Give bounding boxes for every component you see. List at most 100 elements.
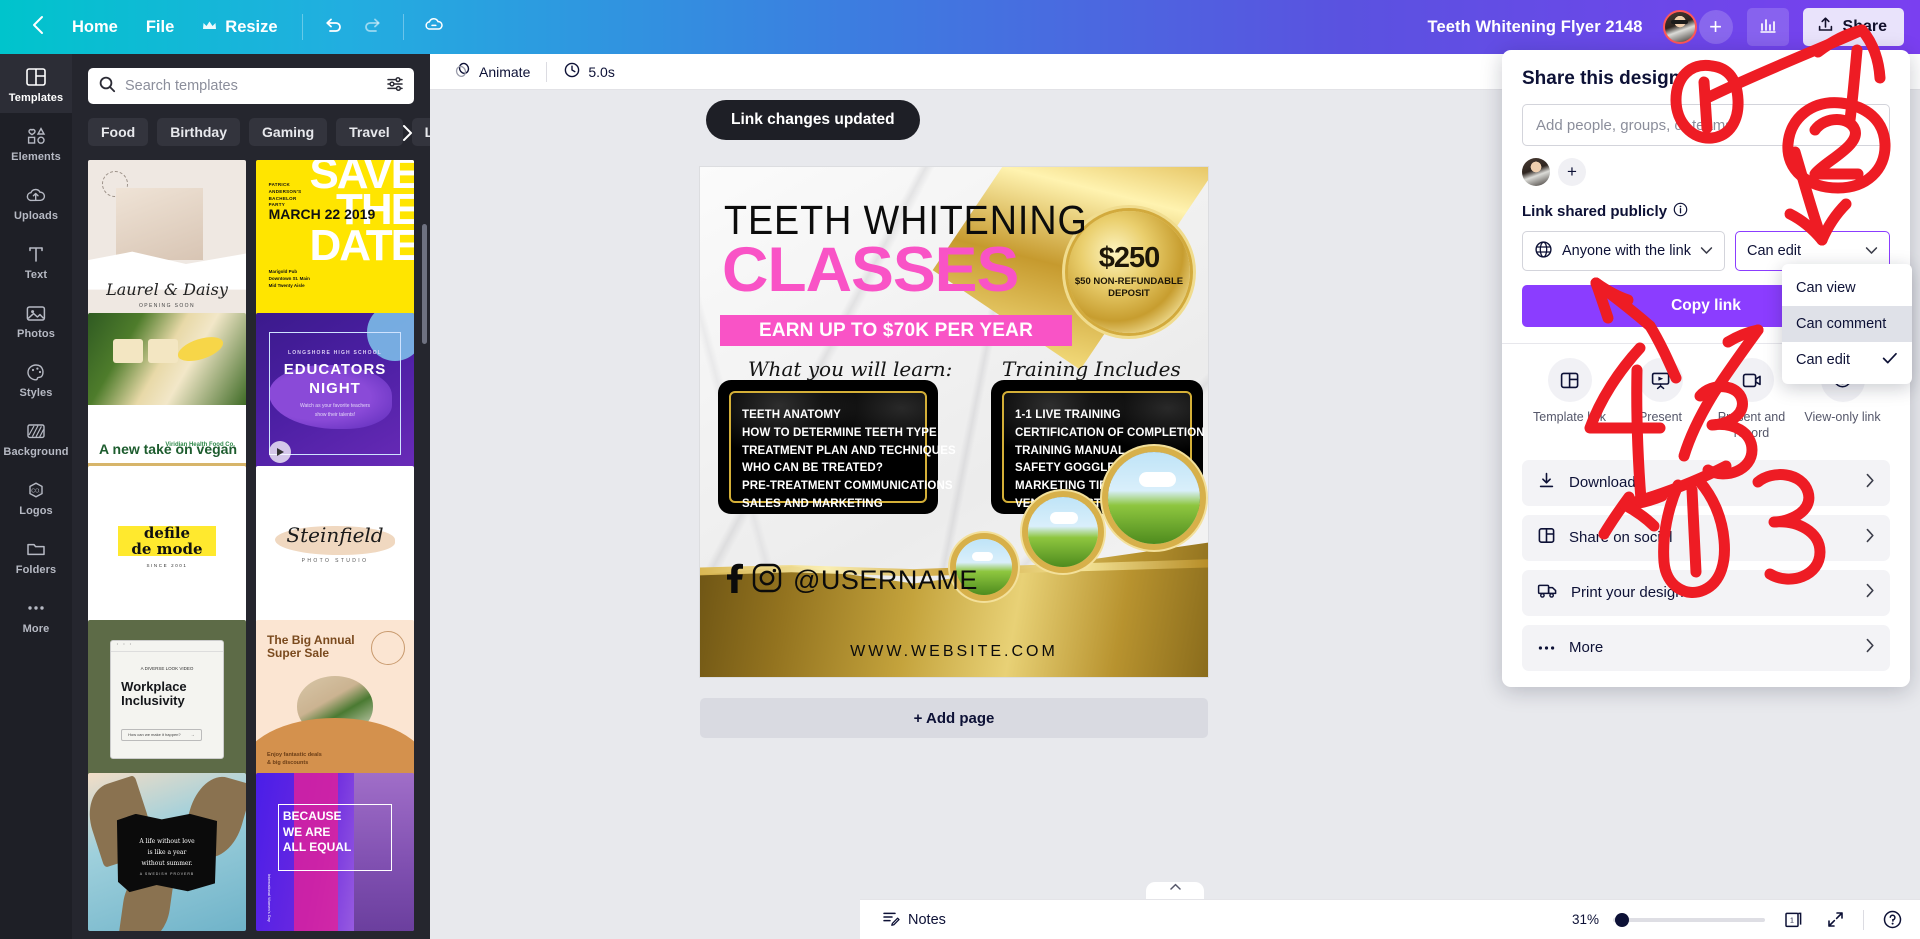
chip-food[interactable]: Food bbox=[88, 118, 149, 146]
template-card[interactable]: Steinfield PHOTO STUDIO bbox=[256, 466, 414, 625]
template-title: Workplace Inclusivity bbox=[121, 678, 187, 709]
sidebar-item-background[interactable]: Background bbox=[0, 408, 72, 467]
soap-photo bbox=[116, 188, 204, 260]
present-action[interactable]: Present bbox=[1615, 358, 1706, 442]
sidebar-item-styles[interactable]: Styles bbox=[0, 349, 72, 408]
notes-button[interactable]: Notes bbox=[874, 904, 954, 936]
flyer-left-item: TEETH ANATOMY bbox=[742, 409, 841, 421]
seal-price: $250 bbox=[1098, 242, 1161, 275]
clock-icon bbox=[563, 61, 581, 82]
sidebar-item-uploads[interactable]: Uploads bbox=[0, 172, 72, 231]
glass-decor bbox=[148, 338, 179, 363]
panel-scrollbar[interactable] bbox=[422, 224, 427, 344]
animate-button[interactable]: Animate bbox=[444, 57, 540, 87]
share-social-icon bbox=[1537, 526, 1556, 549]
redo-button[interactable] bbox=[353, 8, 393, 46]
share-button[interactable]: Share bbox=[1802, 8, 1904, 46]
chip-travel[interactable]: Travel bbox=[336, 118, 403, 146]
play-icon[interactable] bbox=[268, 441, 291, 464]
template-card[interactable]: Laurel & Daisy OPENING SOON bbox=[88, 160, 246, 318]
resize-label: Resize bbox=[225, 17, 278, 36]
top-bar: Home File Resize Teeth Whitening Flyer 2… bbox=[0, 0, 1920, 54]
download-row[interactable]: Download bbox=[1522, 459, 1890, 506]
permission-option-can-comment[interactable]: Can comment bbox=[1782, 306, 1912, 342]
sidebar-item-more[interactable]: More bbox=[0, 585, 72, 644]
sidebar-item-elements[interactable]: Elements bbox=[0, 113, 72, 172]
resize-button[interactable]: Resize bbox=[188, 8, 291, 46]
undo-button[interactable] bbox=[313, 8, 353, 46]
duration-button[interactable]: 5.0s bbox=[553, 57, 624, 87]
flyer-subheading: CLASSES bbox=[722, 235, 1019, 305]
fullscreen-icon[interactable] bbox=[1821, 906, 1849, 934]
add-collaborator-button[interactable]: + bbox=[1558, 158, 1586, 186]
logos-icon: CO. bbox=[2, 478, 70, 502]
template-card[interactable]: A new take on vegan Viridian Health Food… bbox=[88, 313, 246, 472]
zoom-slider-knob[interactable] bbox=[1615, 912, 1629, 927]
chip-gaming[interactable]: Gaming bbox=[249, 118, 328, 146]
template-title: The Big Annual Super Sale bbox=[267, 632, 355, 661]
document-title[interactable]: Teeth Whitening Flyer 2148 bbox=[1428, 18, 1643, 37]
add-people-input[interactable] bbox=[1522, 104, 1890, 146]
template-card[interactable]: defile de mode SINCE 2001 bbox=[88, 466, 246, 625]
template-card[interactable]: LONGSHORE HIGH SCHOOL EDUCATORS NIGHT Wa… bbox=[256, 313, 414, 472]
folders-icon bbox=[2, 537, 70, 561]
add-page-button[interactable]: + Add page bbox=[700, 698, 1208, 738]
sidebar-item-logos[interactable]: CO. Logos bbox=[0, 467, 72, 526]
audience-select[interactable]: Anyone with the link bbox=[1522, 231, 1725, 271]
cloud-decor bbox=[971, 552, 993, 561]
chevron-right-icon bbox=[1865, 473, 1875, 492]
permission-option-can-view[interactable]: Can view bbox=[1782, 270, 1912, 306]
info-icon[interactable] bbox=[1673, 202, 1688, 221]
template-link-label: Template link bbox=[1533, 410, 1606, 424]
template-card[interactable]: BECAUSE WE ARE ALL EQUAL International Wom… bbox=[256, 772, 414, 931]
sidebar-item-templates[interactable]: Templates bbox=[0, 54, 72, 113]
search-box[interactable] bbox=[88, 68, 414, 104]
landscape-circle-decor bbox=[1028, 497, 1098, 567]
cloud-sync-button[interactable] bbox=[414, 8, 454, 46]
permission-option-label: Can comment bbox=[1796, 316, 1887, 332]
avatar[interactable] bbox=[1662, 10, 1697, 44]
chevron-right-icon[interactable] bbox=[394, 118, 420, 148]
template-card[interactable]: A life without love is like a year without… bbox=[88, 772, 246, 931]
template-kicker: A DIVERSE LOOK VIDEO bbox=[140, 665, 194, 671]
sidebar-item-text[interactable]: Text bbox=[0, 231, 72, 290]
collapse-canvas-caret[interactable] bbox=[1146, 882, 1204, 899]
sidebar-item-folders[interactable]: Folders bbox=[0, 526, 72, 585]
avatar[interactable] bbox=[1522, 158, 1550, 186]
print-row[interactable]: Print your design bbox=[1522, 569, 1890, 616]
home-button[interactable]: Home bbox=[58, 8, 132, 46]
share-social-label: Share on social bbox=[1569, 529, 1673, 546]
zoom-slider[interactable] bbox=[1613, 912, 1765, 927]
back-button[interactable] bbox=[18, 8, 58, 46]
template-card[interactable]: SAVE THE DATE PATRICK ANDERSON'S BACHELOR P… bbox=[256, 160, 414, 318]
filter-icon[interactable] bbox=[386, 75, 404, 98]
sidebar-item-label: Text bbox=[24, 269, 48, 281]
file-menu-button[interactable]: File bbox=[132, 8, 188, 46]
swoosh-decor bbox=[256, 717, 414, 778]
add-collaborator-button[interactable]: + bbox=[1698, 10, 1733, 44]
sidebar-item-photos[interactable]: Photos bbox=[0, 290, 72, 349]
pages-icon[interactable]: 1 bbox=[1779, 906, 1807, 934]
present-record-icon bbox=[1729, 358, 1774, 402]
template-card[interactable]: The Big Annual Super Sale Enjoy fantastic… bbox=[256, 619, 414, 778]
sidebar-item-label: Uploads bbox=[13, 210, 59, 222]
permission-dropdown: Can view Can comment Can edit bbox=[1782, 264, 1912, 384]
file-label: File bbox=[145, 17, 175, 36]
chip-birthday[interactable]: Birthday bbox=[157, 118, 241, 146]
template-link-action[interactable]: Template link bbox=[1524, 358, 1615, 442]
flyer-left-item: HOW TO DETERMINE TEETH TYPE bbox=[742, 426, 937, 439]
sidebar-item-label: Folders bbox=[15, 564, 57, 576]
help-icon[interactable] bbox=[1878, 906, 1906, 934]
share-social-row[interactable]: Share on social bbox=[1522, 514, 1890, 561]
template-card[interactable]: • • • A DIVERSE LOOK VIDEO Workplace Incl… bbox=[88, 619, 246, 778]
badge-decor bbox=[370, 630, 405, 665]
permission-option-can-edit[interactable]: Can edit bbox=[1782, 342, 1912, 378]
search-input[interactable] bbox=[125, 78, 377, 94]
undo-icon bbox=[323, 16, 343, 39]
more-row[interactable]: More bbox=[1522, 624, 1890, 671]
more-dots-icon bbox=[1537, 639, 1556, 656]
insights-button[interactable] bbox=[1746, 8, 1789, 46]
sidebar-item-label: Templates bbox=[8, 92, 64, 104]
food-photo bbox=[88, 313, 246, 405]
design-canvas-page[interactable]: $250 $50 NON-REFUNDABLE DEPOSIT TEETH WH… bbox=[700, 167, 1208, 677]
